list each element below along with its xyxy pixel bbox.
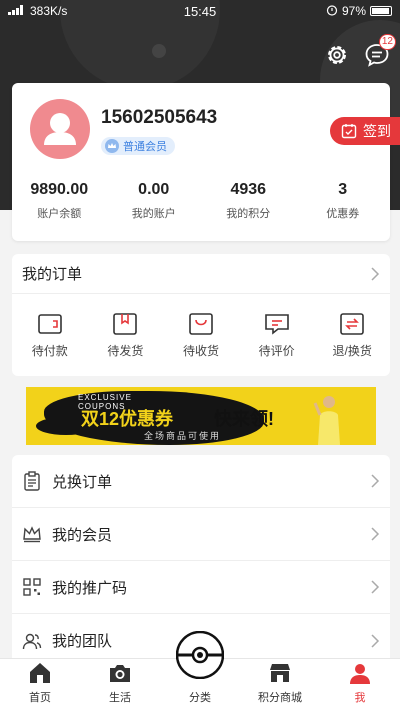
signal-icon <box>8 4 26 18</box>
message-count-badge: 12 <box>378 34 396 50</box>
exchange-icon <box>340 313 364 335</box>
chevron-right-icon <box>371 633 380 648</box>
menu-my-membership[interactable]: 我的会员 <box>12 508 390 561</box>
stat-value: 0.00 <box>138 181 170 198</box>
signin-button[interactable]: 签到 <box>330 117 400 145</box>
user-icon <box>350 664 370 684</box>
chevron-right-icon <box>371 580 380 594</box>
wallet-icon <box>37 314 62 334</box>
stat-value: 9890.00 <box>30 181 89 198</box>
battery-icon <box>370 6 392 16</box>
chevron-right-icon <box>371 527 380 541</box>
banner-subtitle: 全场商品可使用 <box>144 431 222 441</box>
tab-label: 我 <box>354 692 366 704</box>
comment-icon <box>264 314 289 335</box>
stat-balance[interactable]: 9890.00 账户余额 <box>12 181 107 221</box>
tab-label: 积分商城 <box>258 692 302 704</box>
calendar-check-icon <box>341 124 357 139</box>
tab-me[interactable]: 我 <box>320 659 400 711</box>
crown-icon <box>23 526 41 543</box>
package-icon <box>113 313 138 335</box>
stat-value: 4936 <box>230 181 267 198</box>
gear-icon <box>328 46 346 64</box>
banner-headline: 双12优惠券 <box>81 409 174 429</box>
avatar[interactable] <box>30 99 90 159</box>
signin-label: 签到 <box>363 123 391 139</box>
tab-home[interactable]: 首页 <box>0 659 80 711</box>
tab-label: 分类 <box>189 692 211 704</box>
banner-headline-right: 快来领! <box>214 409 274 429</box>
order-returns[interactable]: 退/换货 <box>314 312 390 359</box>
account-stats: 9890.00 账户余额 0.00 我的账户 4936 我的积分 3 优惠券 <box>12 181 390 221</box>
tab-label: 生活 <box>109 692 131 704</box>
order-label: 待发货 <box>107 344 144 358</box>
tab-points-mall[interactable]: 积分商城 <box>240 659 320 711</box>
user-silhouette-icon <box>44 113 76 145</box>
promo-banner[interactable]: EXCLUSIVE COUPONS 双12优惠券 快来领! 全场商品可使用 <box>26 387 376 445</box>
network-speed: 383K/s <box>30 4 68 18</box>
clipboard-icon <box>24 471 40 491</box>
home-icon <box>30 663 50 683</box>
stat-points[interactable]: 4936 我的积分 <box>201 181 296 221</box>
store-icon <box>270 664 290 682</box>
ball-icon[interactable] <box>176 631 224 679</box>
order-label: 待评价 <box>258 344 295 358</box>
order-pending-review[interactable]: 待评价 <box>239 312 315 359</box>
menu-label: 我的会员 <box>52 526 113 544</box>
stat-label: 优惠券 <box>326 208 360 220</box>
member-level-label: 普通会员 <box>123 141 167 153</box>
stat-label: 账户余额 <box>37 208 82 220</box>
stat-label: 我的账户 <box>131 208 176 220</box>
profile-card: 15602505643 普通会员 签到 9890.00 账户余额 0.00 我的… <box>12 83 400 241</box>
stat-value: 3 <box>338 181 348 198</box>
orders-card: 我的订单 待付款 待发货 待收货 待评价 退/换货 <box>12 254 390 376</box>
chevron-right-icon <box>371 474 380 488</box>
menu-label: 我的推广码 <box>52 579 128 597</box>
crown-icon <box>105 139 119 153</box>
model-figure <box>313 396 340 445</box>
chevron-right-icon <box>371 266 380 281</box>
member-level-badge[interactable]: 普通会员 <box>101 137 175 155</box>
stat-label: 我的积分 <box>226 208 271 220</box>
stat-coupons[interactable]: 3 优惠券 <box>296 181 391 221</box>
order-label: 待收货 <box>182 344 219 358</box>
qrcode-icon <box>23 578 41 596</box>
bag-icon <box>189 313 213 335</box>
team-icon <box>22 633 42 649</box>
camera-icon <box>110 665 130 682</box>
tab-life[interactable]: 生活 <box>80 659 160 711</box>
stat-account[interactable]: 0.00 我的账户 <box>107 181 202 221</box>
battery-percent: 97% <box>341 4 366 18</box>
tab-label: 首页 <box>29 692 51 704</box>
order-pending-shipment[interactable]: 待发货 <box>88 312 164 359</box>
status-bar: 383K/s 15:45 97% <box>0 0 400 22</box>
messages-button[interactable]: 12 <box>364 34 396 68</box>
menu-redeem-orders[interactable]: 兑换订单 <box>12 455 390 508</box>
settings-button[interactable] <box>324 42 350 68</box>
menu-label: 兑换订单 <box>52 473 113 491</box>
menu-promo-code[interactable]: 我的推广码 <box>12 561 390 614</box>
orders-title: 我的订单 <box>22 266 83 283</box>
alarm-icon <box>326 4 338 19</box>
user-phone: 15602505643 <box>101 107 218 128</box>
order-label: 退/换货 <box>332 344 372 358</box>
order-pending-receipt[interactable]: 待收货 <box>163 312 239 359</box>
order-label: 待付款 <box>31 344 68 358</box>
order-pending-payment[interactable]: 待付款 <box>12 312 88 359</box>
my-orders-row[interactable]: 我的订单 <box>12 254 390 294</box>
